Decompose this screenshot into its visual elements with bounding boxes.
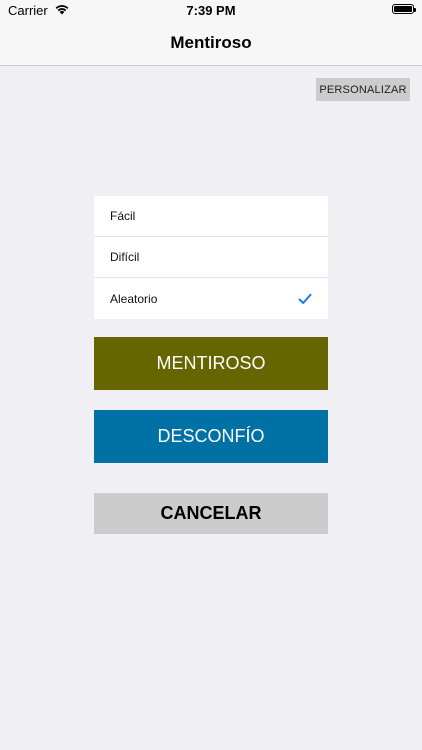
status-right xyxy=(392,4,416,14)
difficulty-list: Fácil Difícil Aleatorio xyxy=(94,196,328,319)
liar-button[interactable]: MENTIROSO xyxy=(94,337,328,390)
checkmark-icon xyxy=(298,292,312,306)
status-bar: Carrier 7:39 PM xyxy=(0,0,422,22)
customize-button[interactable]: PERSONALIZAR xyxy=(316,78,410,101)
status-time: 7:39 PM xyxy=(186,3,236,18)
option-easy[interactable]: Fácil xyxy=(94,196,328,237)
distrust-button[interactable]: DESCONFÍO xyxy=(94,410,328,463)
option-label: Fácil xyxy=(110,209,136,223)
page-title: Mentiroso xyxy=(170,33,252,52)
option-random[interactable]: Aleatorio xyxy=(94,278,328,319)
battery-icon xyxy=(392,4,416,14)
cancel-button[interactable]: CANCELAR xyxy=(94,493,328,534)
navigation-bar: Mentiroso xyxy=(0,22,422,66)
option-hard[interactable]: Difícil xyxy=(94,237,328,278)
option-label: Aleatorio xyxy=(110,291,158,306)
option-label: Difícil xyxy=(110,250,140,264)
